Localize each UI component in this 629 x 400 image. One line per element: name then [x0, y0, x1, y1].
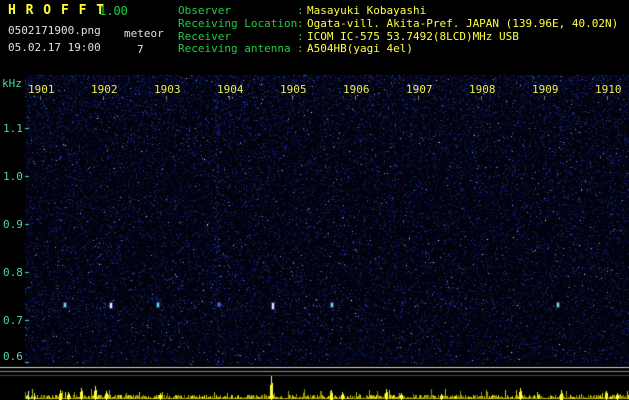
x-tick-label: 1902 — [91, 83, 118, 96]
output-filename: 0502171900.png — [8, 24, 101, 37]
spectrogram-canvas — [0, 0, 629, 400]
x-tick-label: 1907 — [406, 83, 433, 96]
x-tick-label: 1906 — [343, 83, 370, 96]
app-title: H R O F F T — [8, 3, 106, 18]
y-axis-unit-label: kHz — [2, 77, 22, 90]
mode-label: meteor — [124, 27, 164, 40]
y-tick-label: 0.7 — [3, 314, 23, 327]
y-tick-label: 0.9 — [3, 218, 23, 231]
y-tick-label: 1.1 — [3, 122, 23, 135]
y-tick-label: 0.8 — [3, 266, 23, 279]
info-row-antenna: Receiving antenna : A504HB(yagi 4el) — [178, 43, 618, 56]
x-tick-label: 1910 — [595, 83, 622, 96]
info-row-location: Receiving Location : Ogata-vill. Akita-P… — [178, 16, 619, 31]
info-value: Ogata-vill. Akita-Pref. JAPAN (139.96E, … — [307, 16, 619, 30]
x-tick-label: 1905 — [280, 83, 307, 96]
info-label: Observer — [178, 4, 231, 17]
info-separator: : — [297, 42, 304, 56]
info-separator: : — [297, 16, 304, 30]
info-label: Receiving antenna — [178, 42, 291, 56]
info-label: Receiving Location — [178, 16, 298, 30]
info-value: Masayuki Kobayashi — [307, 4, 427, 17]
x-tick-label: 1908 — [469, 83, 496, 96]
x-tick-label: 1903 — [154, 83, 181, 96]
station-info: Observer : Masayuki Kobayashi Receiving … — [178, 4, 619, 56]
x-tick-label: 1901 — [28, 83, 55, 96]
info-separator: : — [297, 4, 304, 17]
app-version: 1.00 — [99, 4, 128, 18]
y-tick-label: 0.6 — [3, 350, 23, 363]
hrofft-spectrogram-screen: H R O F F T 1.00 0502171900.png meteor 0… — [0, 0, 629, 400]
info-value: A504HB(yagi 4el) — [307, 42, 413, 56]
observation-datetime: 05.02.17 19:00 — [8, 41, 101, 54]
y-tick-label: 1.0 — [3, 170, 23, 183]
echo-count: 7 — [137, 43, 144, 56]
x-tick-label: 1909 — [532, 83, 559, 96]
x-tick-label: 1904 — [217, 83, 244, 96]
info-row-observer: Observer : Masayuki Kobayashi — [178, 4, 618, 18]
